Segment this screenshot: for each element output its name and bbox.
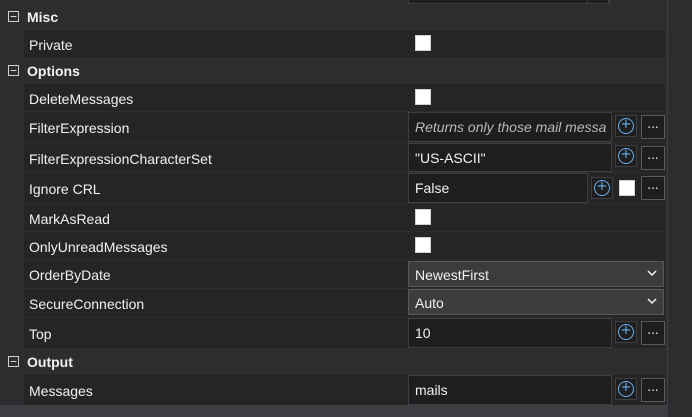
ignore-crl-input[interactable]: False — [408, 173, 588, 203]
property-name: SecureConnection — [29, 296, 145, 312]
property-name: FilterExpression — [29, 120, 130, 136]
messages-add-button[interactable]: + — [615, 378, 637, 400]
property-row-mark-as-read: MarkAsRead — [24, 204, 665, 231]
section-options: − Options — [0, 58, 668, 84]
collapse-icon[interactable]: − — [8, 11, 19, 22]
property-row-delete-messages: DeleteMessages — [24, 84, 665, 111]
property-name: Ignore CRL — [29, 181, 101, 197]
top-value: 10 — [415, 325, 431, 341]
order-by-date-dropdown[interactable]: NewestFirst — [408, 261, 664, 287]
ignore-crl-add-button[interactable]: + — [591, 177, 613, 199]
plus-circle-icon: + — [618, 324, 634, 340]
top-ellipsis-button[interactable]: ... — [641, 321, 665, 345]
plus-circle-icon: + — [618, 118, 634, 134]
only-unread-messages-checkbox[interactable] — [415, 237, 431, 253]
secure-connection-dropdown[interactable]: Auto — [408, 289, 664, 315]
property-name: OnlyUnreadMessages — [29, 239, 168, 255]
filter-expression-input[interactable]: Returns only those mail messa — [408, 112, 612, 142]
filter-expression-charset-input[interactable]: "US-ASCII" — [408, 143, 612, 172]
collapse-icon[interactable]: − — [8, 65, 19, 76]
delete-messages-checkbox[interactable] — [415, 89, 431, 105]
section-title-misc: Misc — [27, 9, 59, 25]
property-name: Private — [29, 37, 73, 53]
property-name: DeleteMessages — [29, 91, 134, 107]
ignore-crl-checkbox[interactable] — [619, 180, 635, 196]
top-add-button[interactable]: + — [615, 321, 637, 343]
chevron-down-icon — [647, 270, 657, 277]
filter-expression-charset-value: "US-ASCII" — [415, 150, 486, 166]
plus-circle-icon: + — [594, 180, 610, 196]
messages-input[interactable]: mails — [408, 375, 612, 405]
vertical-scrollbar[interactable] — [667, 0, 692, 417]
ignore-crl-value: False — [415, 180, 450, 196]
chevron-down-icon — [647, 298, 657, 305]
section-misc: − Misc — [0, 4, 668, 30]
ignore-crl-ellipsis-button[interactable]: ... — [641, 176, 665, 200]
plus-circle-icon: + — [618, 148, 634, 164]
property-name: FilterExpressionCharacterSet — [29, 151, 212, 167]
property-row-only-unread-messages: OnlyUnreadMessages — [24, 232, 665, 259]
mark-as-read-checkbox[interactable] — [415, 209, 431, 225]
property-row-private: Private — [24, 31, 665, 57]
property-name: MarkAsRead — [29, 211, 110, 227]
property-name: OrderByDate — [29, 267, 111, 283]
filter-expression-charset-add-button[interactable]: + — [615, 145, 637, 167]
private-checkbox[interactable] — [415, 35, 431, 51]
filter-expression-placeholder: Returns only those mail messa — [415, 119, 607, 135]
collapse-icon[interactable]: − — [8, 356, 19, 367]
messages-ellipsis-button[interactable]: ... — [641, 378, 665, 402]
filter-expression-add-button[interactable]: + — [615, 115, 637, 137]
section-output: − Output — [0, 349, 668, 375]
filter-expression-ellipsis-button[interactable]: ... — [641, 115, 665, 139]
horizontal-scrollbar[interactable] — [0, 405, 668, 417]
secure-connection-value: Auto — [415, 295, 444, 311]
messages-value: mails — [415, 382, 448, 398]
plus-circle-icon: + — [618, 381, 634, 397]
section-title-output: Output — [27, 354, 73, 370]
order-by-date-value: NewestFirst — [415, 267, 489, 283]
property-name: Messages — [29, 383, 93, 399]
filter-expression-charset-ellipsis-button[interactable]: ... — [641, 146, 665, 170]
property-name: Top — [29, 326, 52, 342]
top-input[interactable]: 10 — [408, 318, 612, 348]
section-title-options: Options — [27, 63, 80, 79]
